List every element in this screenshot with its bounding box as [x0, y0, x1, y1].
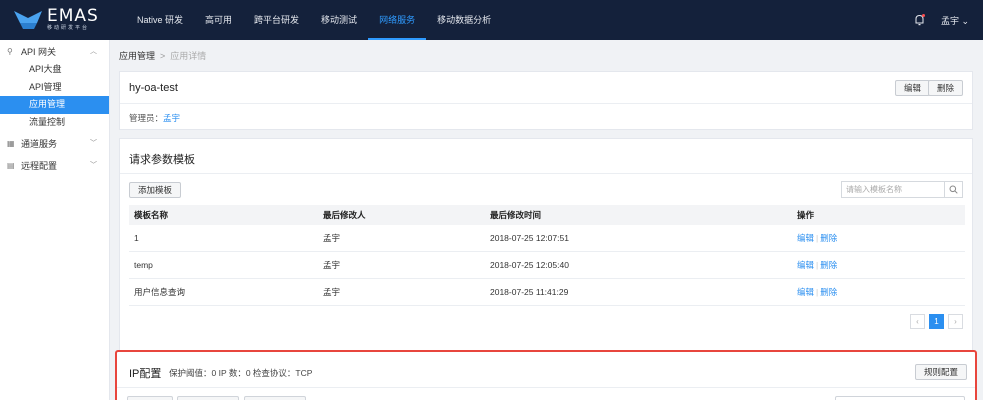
separator: |	[816, 260, 819, 270]
sidebar-group-api-gateway[interactable]: ⚲ API 网关 ︿	[0, 41, 109, 61]
logo-text: EMAS	[47, 6, 99, 26]
nav-cross-platform[interactable]: 跨平台研发	[243, 0, 310, 40]
sidebar: ⚲ API 网关 ︿ API大盘 API管理 应用管理 流量控制 ▦ 通道服务 …	[0, 40, 110, 400]
sidebar-item-api-management[interactable]: API管理	[0, 79, 109, 97]
emas-logo[interactable]: EMAS 移动研发平台	[0, 0, 110, 40]
table-row: 用户信息查询 孟宇 2018-07-25 11:41:29 编辑 | 删除	[129, 279, 965, 306]
cell-modifier: 孟宇	[323, 287, 341, 297]
nav-high-availability[interactable]: 高可用	[194, 0, 243, 40]
cell-time: 2018-07-25 12:07:51	[490, 233, 569, 243]
admin-label: 管理员：	[129, 113, 164, 123]
chevron-down-icon: ﹀	[90, 140, 97, 147]
breadcrumb: 应用管理 > 应用详情	[119, 49, 206, 62]
pagination: ‹ 1 ›	[910, 314, 963, 329]
cell-actions: 编辑 | 删除	[797, 232, 965, 244]
sidebar-group-channel-service[interactable]: ▦ 通道服务 ﹀	[0, 133, 109, 153]
cell-time: 2018-07-25 11:41:29	[490, 287, 569, 297]
ip-search-input[interactable]	[835, 396, 965, 400]
tab-button-stub[interactable]	[177, 396, 239, 400]
sidebar-group-label: 通道服务	[21, 138, 58, 149]
sidebar-item-api-dashboard[interactable]: API大盘	[0, 61, 109, 79]
app-info-card: hy-oa-test 编辑 删除 管理员：孟宇	[119, 71, 973, 130]
request-template-card: 请求参数模板 添加模板 模板名称 最后修改人 最后修改时间 操作 1 孟宇 20…	[119, 138, 973, 374]
top-nav-bar: EMAS 移动研发平台 Native 研发 高可用 跨平台研发 移动测试 网络服…	[0, 0, 983, 40]
chevron-down-icon: ﹀	[90, 162, 97, 169]
cell-name: temp	[134, 260, 153, 270]
app-name: hy-oa-test	[129, 82, 178, 94]
search-icon[interactable]	[944, 182, 962, 197]
delete-app-button[interactable]: 删除	[927, 80, 963, 96]
config-icon: ▤	[7, 160, 15, 170]
tab-button-stub[interactable]	[127, 396, 173, 400]
template-search-input[interactable]	[842, 182, 944, 197]
cell-name: 1	[134, 233, 139, 243]
nav-mobile-analytics[interactable]: 移动数据分析	[426, 0, 502, 40]
user-menu[interactable]: 孟宇 ⌄	[941, 14, 969, 27]
nav-network-service[interactable]: 网络服务	[368, 0, 427, 40]
sidebar-group-remote-config[interactable]: ▤ 远程配置 ﹀	[0, 155, 109, 175]
main-nav: Native 研发 高可用 跨平台研发 移动测试 网络服务 移动数据分析	[126, 0, 502, 40]
page-1-button[interactable]: 1	[929, 314, 944, 329]
ip-config-card: IP配置 保护阈值：0 IP 数：0 检查协议：TCP 规则配置	[115, 350, 977, 400]
cell-modifier: 孟宇	[323, 260, 341, 270]
separator: |	[816, 233, 819, 243]
bell-icon[interactable]	[915, 14, 925, 26]
cell-actions: 编辑 | 删除	[797, 259, 965, 271]
sidebar-item-app-management[interactable]: 应用管理	[0, 96, 109, 114]
section-title: 请求参数模板	[129, 154, 195, 166]
breadcrumb-current: 应用详情	[170, 51, 207, 61]
template-search	[841, 181, 963, 198]
sidebar-group-label: API 网关	[21, 46, 57, 57]
edit-app-button[interactable]: 编辑	[894, 80, 930, 96]
table-header: 模板名称 最后修改人 最后修改时间 操作	[129, 205, 965, 225]
nav-native[interactable]: Native 研发	[126, 0, 194, 40]
ip-config-info: 保护阈值：0 IP 数：0 检查协议：TCP	[169, 368, 313, 378]
delete-link[interactable]: 删除	[820, 287, 837, 297]
template-table: 模板名称 最后修改人 最后修改时间 操作 1 孟宇 2018-07-25 12:…	[129, 205, 965, 306]
delete-link[interactable]: 删除	[820, 260, 837, 270]
column-header-name: 模板名称	[134, 210, 169, 220]
sidebar-item-flow-control[interactable]: 流量控制	[0, 114, 109, 132]
nav-mobile-test[interactable]: 移动测试	[310, 0, 368, 40]
admin-name-link[interactable]: 孟宇	[163, 113, 180, 123]
table-row: 1 孟宇 2018-07-25 12:07:51 编辑 | 删除	[129, 225, 965, 252]
table-row: temp 孟宇 2018-07-25 12:05:40 编辑 | 删除	[129, 252, 965, 279]
separator: |	[816, 287, 819, 297]
chevron-up-icon: ︿	[90, 48, 97, 55]
divider	[120, 173, 972, 174]
cell-time: 2018-07-25 12:05:40	[490, 260, 569, 270]
column-header-actions: 操作	[797, 210, 815, 220]
rule-config-button[interactable]: 规则配置	[914, 364, 967, 380]
breadcrumb-separator: >	[160, 51, 166, 61]
edit-link[interactable]: 编辑	[797, 233, 814, 243]
tab-button-stub[interactable]	[244, 396, 306, 400]
delete-link[interactable]: 删除	[820, 233, 837, 243]
add-template-button[interactable]: 添加模板	[129, 182, 182, 198]
notification-dot	[921, 14, 925, 17]
sidebar-group-label: 远程配置	[21, 160, 58, 171]
divider	[120, 103, 972, 104]
logo-icon	[14, 11, 42, 29]
breadcrumb-root[interactable]: 应用管理	[119, 51, 155, 61]
ip-config-title: IP配置	[129, 368, 162, 380]
main-content: 应用管理 > 应用详情 hy-oa-test 编辑 删除 管理员：孟宇 请求参数模板…	[110, 40, 983, 400]
cell-modifier: 孟宇	[323, 233, 341, 243]
link-icon: ⚲	[7, 46, 13, 56]
next-page-button[interactable]: ›	[948, 314, 963, 329]
column-header-modifier: 最后修改人	[323, 210, 366, 220]
logo-subtitle: 移动研发平台	[47, 25, 90, 31]
edit-link[interactable]: 编辑	[797, 287, 814, 297]
cell-actions: 编辑 | 删除	[797, 286, 965, 298]
prev-page-button[interactable]: ‹	[910, 314, 925, 329]
cell-name: 用户信息查询	[134, 287, 186, 297]
column-header-time: 最后修改时间	[490, 210, 542, 220]
app-admin: 管理员：孟宇	[129, 112, 180, 124]
grid-icon: ▦	[7, 138, 15, 148]
edit-link[interactable]: 编辑	[797, 260, 814, 270]
